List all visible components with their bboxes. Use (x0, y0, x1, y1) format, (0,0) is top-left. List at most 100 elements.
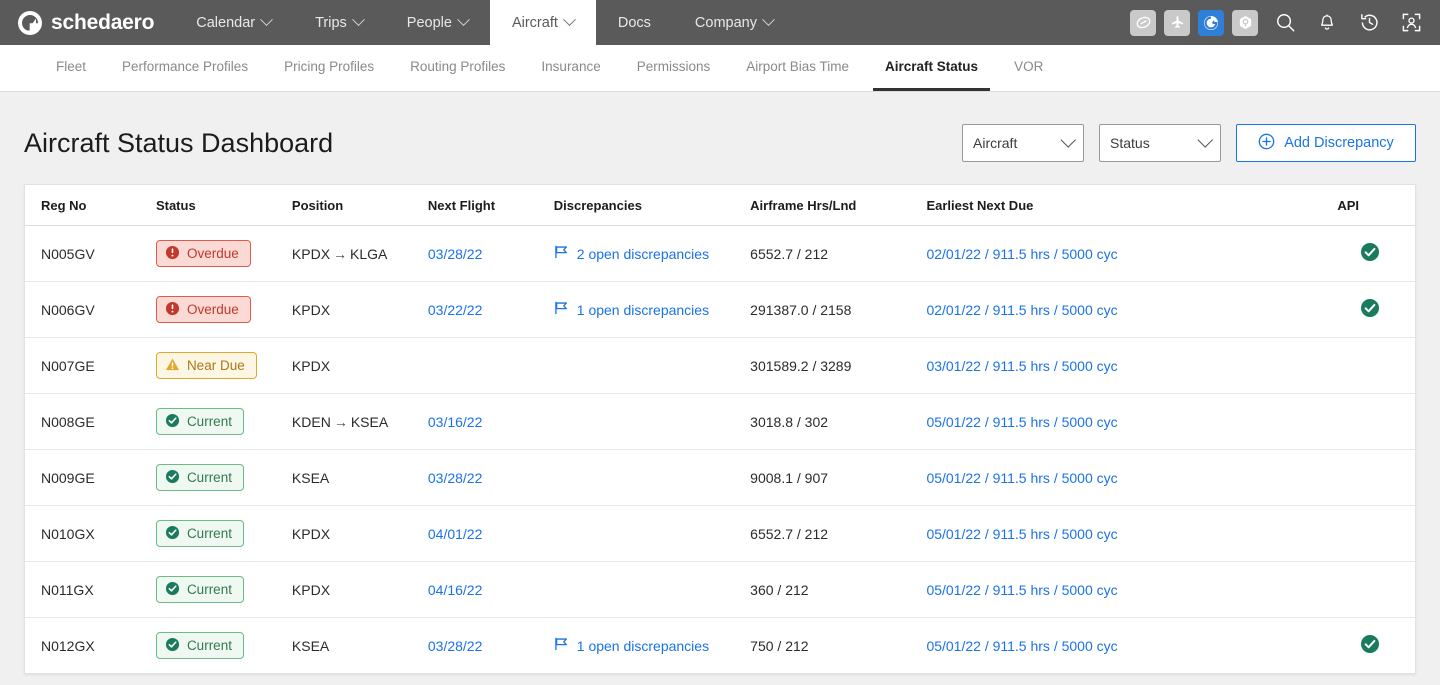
tab-vor[interactable]: VOR (1002, 45, 1055, 91)
nav-item-docs[interactable]: Docs (596, 0, 673, 45)
position-from: KPDX (291, 525, 331, 542)
brand-logo[interactable]: schedaero (0, 0, 174, 45)
add-discrepancy-label: Add Discrepancy (1284, 135, 1394, 151)
next-flight-link[interactable]: 03/28/22 (428, 638, 483, 654)
cell-api (1324, 505, 1415, 562)
earliest-next-due-link[interactable]: 02/01/22 / 911.5 hrs / 5000 cyc (926, 302, 1117, 318)
nav-item-calendar[interactable]: Calendar (174, 0, 293, 45)
table-row[interactable]: N007GE Near Due KPDX 301589.2 / 3289 03/01… (25, 337, 1415, 394)
cell-airframe-hrs-lnd: 6552.7 / 212 (750, 505, 927, 562)
table-row[interactable]: N005GV Overdue KPDX → KLGA 03/28/22 2 open … (25, 225, 1415, 282)
cell-reg-no: N007GE (25, 337, 156, 394)
table-row[interactable]: N009GE Current KSEA 03/28/22 9008.1 / 907 0… (25, 449, 1415, 506)
cell-status: Overdue (155, 281, 292, 338)
airplane-icon[interactable] (1164, 9, 1190, 36)
cell-status: Overdue (155, 225, 292, 282)
status-filter-select[interactable]: Status (1099, 124, 1221, 162)
earliest-next-due-link[interactable]: 05/01/22 / 911.5 hrs / 5000 cyc (926, 414, 1117, 430)
check-circle-icon (165, 525, 180, 543)
next-flight-link[interactable]: 03/28/22 (428, 470, 483, 486)
tab-aircraft-status[interactable]: Aircraft Status (873, 45, 991, 91)
table-row[interactable]: N012GX Current KSEA 03/28/22 1 open discr… (25, 618, 1415, 674)
cell-next-flight (427, 337, 554, 394)
aircraft-filter-select[interactable]: Aircraft (962, 124, 1084, 162)
nav-item-trips[interactable]: Trips (293, 0, 385, 45)
table-row[interactable]: N008GE Current KDEN → KSEA 03/16/22 3018.8 /… (25, 393, 1415, 450)
main-content: Aircraft Status Dashboard Aircraft Statu… (0, 92, 1440, 674)
chevron-down-icon (762, 13, 775, 27)
cell-discrepancies (553, 505, 751, 562)
status-badge-label: Overdue (186, 302, 239, 317)
brand-name: schedaero (51, 10, 155, 34)
cell-airframe-hrs-lnd: 360 / 212 (750, 561, 927, 618)
nav-item-label: Company (694, 14, 757, 31)
top-navigation-bar: schedaero Calendar Trips People Aircraft… (0, 0, 1440, 45)
status-badge: Current (155, 520, 244, 547)
earliest-next-due-link[interactable]: 05/01/22 / 911.5 hrs / 5000 cyc (926, 526, 1117, 542)
search-icon[interactable] (1270, 8, 1300, 38)
next-flight-link[interactable]: 03/28/22 (428, 246, 483, 262)
primary-nav-items: Calendar Trips People Aircraft Docs Comp… (174, 0, 795, 45)
next-flight-link[interactable]: 03/22/22 (428, 302, 483, 318)
earliest-next-due-link[interactable]: 02/01/22 / 911.5 hrs / 5000 cyc (926, 246, 1117, 262)
aircraft-status-table: Reg No Status Position Next Flight Discr… (25, 185, 1415, 673)
meatball-swoosh-icon[interactable] (1130, 9, 1156, 36)
next-flight-link[interactable]: 04/01/22 (428, 526, 483, 542)
cell-airframe-hrs-lnd: 301589.2 / 3289 (750, 337, 927, 394)
column-header-api[interactable]: API (1324, 185, 1415, 226)
earliest-next-due-link[interactable]: 05/01/22 / 911.5 hrs / 5000 cyc (926, 638, 1117, 654)
status-badge: Overdue (155, 240, 251, 267)
column-header-status[interactable]: Status (155, 185, 292, 226)
column-header-earliest-next-due[interactable]: Earliest Next Due (926, 185, 1325, 226)
hexagon-p-icon[interactable] (1232, 9, 1258, 36)
cell-next-flight: 03/22/22 (427, 281, 554, 338)
discrepancies-label: 1 open discrepancies (576, 637, 710, 654)
cell-discrepancies (553, 393, 751, 450)
cell-discrepancies: 1 open discrepancies (554, 618, 750, 674)
tab-label: Aircraft Status (885, 59, 979, 74)
cell-discrepancies (553, 449, 751, 506)
tab-performance-profiles[interactable]: Performance Profiles (110, 45, 260, 91)
discrepancies-link[interactable]: 1 open discrepancies (554, 637, 750, 654)
column-header-next-flight[interactable]: Next Flight (427, 185, 554, 226)
tab-label: Airport Bias Time (746, 59, 850, 74)
column-header-reg-no[interactable]: Reg No (25, 185, 156, 226)
earliest-next-due-link[interactable]: 05/01/22 / 911.5 hrs / 5000 cyc (926, 582, 1117, 598)
nav-item-label: Calendar (196, 14, 256, 31)
tab-insurance[interactable]: Insurance (529, 45, 612, 91)
next-flight-link[interactable]: 04/16/22 (428, 582, 483, 598)
tab-permissions[interactable]: Permissions (625, 45, 723, 91)
column-header-airframe-hrs-lnd[interactable]: Airframe Hrs/Lnd (750, 185, 927, 226)
arrow-right-icon: → (333, 245, 348, 262)
discrepancies-link[interactable]: 2 open discrepancies (554, 245, 750, 262)
nav-item-company[interactable]: Company (673, 0, 795, 45)
tab-fleet[interactable]: Fleet (44, 45, 98, 91)
tab-airport-bias-time[interactable]: Airport Bias Time (734, 45, 861, 91)
column-header-discrepancies[interactable]: Discrepancies (553, 185, 751, 226)
table-row[interactable]: N006GV Overdue KPDX 03/22/22 1 open discr… (25, 281, 1415, 338)
cell-next-flight: 03/28/22 (427, 449, 554, 506)
check-circle-icon (165, 581, 180, 599)
tab-routing-profiles[interactable]: Routing Profiles (398, 45, 517, 91)
table-row[interactable]: N011GX Current KPDX 04/16/22 360 / 212 05/0… (25, 561, 1415, 618)
history-clock-icon[interactable] (1354, 8, 1384, 38)
nav-item-label: Aircraft (511, 14, 558, 31)
column-header-position[interactable]: Position (291, 185, 428, 226)
tab-label: Routing Profiles (410, 59, 506, 74)
nav-item-people[interactable]: People (385, 0, 490, 45)
earliest-next-due-link[interactable]: 03/01/22 / 911.5 hrs / 5000 cyc (926, 358, 1117, 374)
cell-status: Current (155, 505, 292, 562)
tab-pricing-profiles[interactable]: Pricing Profiles (272, 45, 386, 91)
schedaero-icon[interactable] (1198, 9, 1224, 36)
next-flight-link[interactable]: 03/16/22 (428, 414, 483, 430)
cell-earliest-next-due: 05/01/22 / 911.5 hrs / 5000 cyc (926, 393, 1325, 450)
add-discrepancy-button[interactable]: Add Discrepancy (1236, 124, 1416, 162)
cell-earliest-next-due: 02/01/22 / 911.5 hrs / 5000 cyc (926, 225, 1325, 282)
discrepancies-link[interactable]: 1 open discrepancies (554, 301, 750, 318)
bell-icon[interactable] (1312, 8, 1342, 38)
table-row[interactable]: N010GX Current KPDX 04/01/22 6552.7 / 212 0… (25, 505, 1415, 562)
check-circle-icon (165, 413, 180, 431)
earliest-next-due-link[interactable]: 05/01/22 / 911.5 hrs / 5000 cyc (926, 470, 1117, 486)
user-frame-icon[interactable] (1396, 8, 1426, 38)
nav-item-aircraft[interactable]: Aircraft (489, 0, 596, 45)
